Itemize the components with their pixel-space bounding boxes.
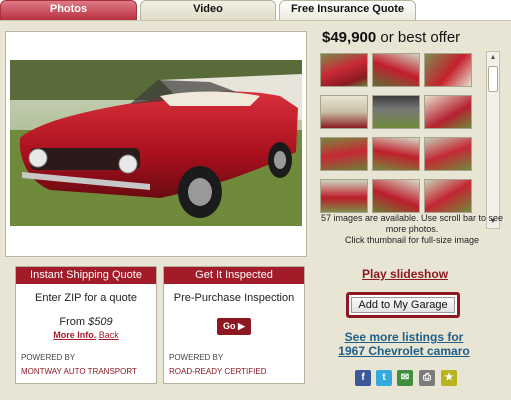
see-more-line1: See more listings for [344,330,464,344]
shipping-quote-box: Instant Shipping Quote Enter ZIP for a q… [15,266,157,384]
see-more-listings-link[interactable]: See more listings for 1967 Chevrolet cam… [333,330,475,358]
shipping-from-price: From $509 [16,316,156,328]
powered-by-label: POWERED BY [21,353,76,362]
see-more-line2: 1967 Chevrolet camaro [338,344,470,358]
play-slideshow-link[interactable]: Play slideshow [362,267,448,281]
from-label: From [59,316,89,328]
shipping-quote-header: Instant Shipping Quote [16,267,156,284]
tab-video[interactable]: Video [140,0,276,20]
inspection-label: Pre-Purchase Inspection [173,292,295,304]
thumbnail-grid [318,49,490,227]
scroll-up-icon[interactable]: ▲ [487,52,499,64]
photo-count-note: 57 images are available. Use scroll bar … [319,213,505,246]
print-icon[interactable]: ⎙ [419,370,435,386]
from-price: $509 [88,316,113,328]
shipping-zip-prompt[interactable]: Enter ZIP for a quote [16,292,156,304]
more-info-link[interactable]: More Info. [53,330,96,340]
back-link[interactable]: Back [99,330,119,340]
thumbnail[interactable] [320,95,368,129]
scrollbar-thumb[interactable] [488,66,498,92]
shipping-links: More Info. Back [16,330,156,340]
thumbnail[interactable] [372,95,420,129]
tab-photos[interactable]: Photos [0,0,137,20]
thumbnail-scrollbar[interactable]: ▲ ▼ [486,51,500,229]
listing-panel: $49,900 or best offer ▲ ▼ 57 images are … [0,20,511,400]
thumbnail[interactable] [424,95,472,129]
thumbnail[interactable] [424,53,472,87]
thumbnail[interactable] [320,179,368,213]
photo-count-text: 57 images are available. Use scroll bar … [320,213,504,234]
tab-bar: Photos Video Free Insurance Quote [0,0,511,20]
listing-price: $49,900 or best offer [322,29,460,46]
main-car-photo[interactable] [10,60,302,226]
inspection-brand[interactable]: ROAD-READY CERTIFIED [169,367,267,377]
facebook-icon[interactable]: f [355,370,371,386]
inspection-go-button[interactable]: Go ▶ [217,318,251,335]
add-to-garage-label: Add to My Garage [351,297,455,313]
bookmark-icon[interactable]: ★ [441,370,457,386]
inspection-powered-by: POWERED BY ROAD-READY CERTIFIED [169,353,267,377]
shipping-brand[interactable]: MONTWAY AUTO TRANSPORT [21,367,137,377]
tab-insurance-quote[interactable]: Free Insurance Quote [279,0,416,20]
shipping-powered-by: POWERED BY MONTWAY AUTO TRANSPORT [21,353,137,377]
email-icon[interactable]: ✉ [397,370,413,386]
thumbnail[interactable] [424,137,472,171]
twitter-icon[interactable]: t [376,370,392,386]
thumbnail[interactable] [320,137,368,171]
thumbnail[interactable] [424,179,472,213]
thumbnail[interactable] [372,137,420,171]
add-to-garage-button[interactable]: Add to My Garage [346,292,460,318]
inspection-header: Get It Inspected [164,267,304,284]
price-suffix: or best offer [376,29,461,46]
price-value: $49,900 [322,29,377,46]
thumbnail[interactable] [320,53,368,87]
powered-by-label: POWERED BY [169,353,224,362]
photo-click-text: Click thumbnail for full-size image [344,235,480,245]
thumbnail[interactable] [372,53,420,87]
main-photo-frame [5,31,307,257]
thumbnail[interactable] [372,179,420,213]
inspection-box: Get It Inspected Pre-Purchase Inspection… [163,266,305,384]
